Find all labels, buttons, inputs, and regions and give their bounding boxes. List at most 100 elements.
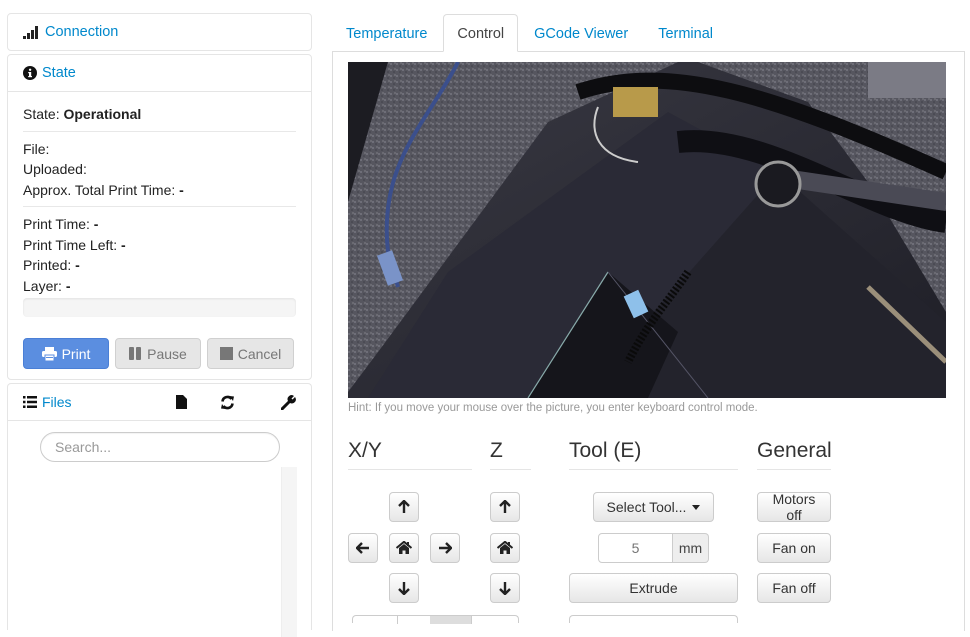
home-z-button[interactable]	[490, 533, 520, 563]
z-heading: Z	[490, 439, 503, 462]
tab-gcode-viewer[interactable]: GCode Viewer	[520, 14, 642, 52]
printer-icon	[41, 346, 57, 361]
webcam-stream[interactable]	[348, 62, 946, 398]
file-row: File:	[23, 139, 296, 160]
jog-distance-button-group[interactable]	[352, 615, 519, 624]
list-icon	[23, 396, 37, 408]
arrow-up-icon	[499, 500, 511, 513]
print-button-label: Print	[61, 345, 91, 362]
print-time-left-label: Print Time Left:	[23, 236, 118, 253]
print-time-left-value: -	[121, 236, 126, 253]
approx-time-value: -	[179, 181, 184, 198]
tab-control[interactable]: Control	[443, 14, 519, 52]
select-tool-dropdown[interactable]: Select Tool...	[593, 492, 714, 522]
printed-label: Printed:	[23, 257, 72, 273]
general-heading-underline	[757, 469, 831, 470]
file-label: File:	[23, 140, 50, 157]
extrude-amount-input[interactable]	[598, 533, 673, 563]
retract-button[interactable]	[569, 615, 738, 623]
cancel-button[interactable]: Cancel	[207, 338, 294, 369]
files-search-input[interactable]	[40, 432, 280, 462]
jog-x-plus-button[interactable]	[430, 533, 460, 563]
print-time-value: -	[93, 216, 99, 232]
printed-value: -	[75, 257, 80, 273]
extrude-amount-group: mm	[598, 533, 709, 563]
files-title[interactable]: Files	[42, 394, 72, 410]
approx-time-label: Approx. Total Print Time:	[23, 181, 176, 198]
print-progress-bar	[23, 298, 296, 317]
motors-off-button[interactable]: Motors off	[757, 491, 831, 523]
arrow-up-icon	[398, 500, 410, 513]
extrude-amount-unit: mm	[673, 533, 709, 563]
files-heading: Files	[8, 384, 311, 420]
fan-on-button[interactable]: Fan on	[757, 533, 831, 563]
print-time-row: Print Time: -	[23, 214, 296, 235]
jog-y-minus-button[interactable]	[389, 573, 419, 603]
pause-icon	[129, 347, 142, 360]
webcam-image	[348, 62, 946, 398]
files-scrollbar[interactable]	[281, 467, 297, 637]
control-tab-content: Hint: If you move your mouse over the pi…	[332, 51, 965, 631]
print-time-left-row: Print Time Left: -	[23, 235, 296, 256]
state-panel: State State: Operational File: Uploaded:…	[7, 54, 312, 380]
files-title-wrap[interactable]: Files	[23, 394, 158, 410]
upload-file-icon[interactable]	[158, 395, 204, 409]
files-panel: Files	[7, 383, 312, 637]
connection-heading[interactable]: Connection	[8, 14, 311, 50]
home-icon	[396, 541, 412, 554]
files-list	[8, 420, 311, 637]
pause-button-label: Pause	[147, 345, 187, 362]
jog-y-plus-button[interactable]	[389, 492, 419, 522]
print-time-label: Print Time:	[23, 216, 90, 232]
z-heading-underline	[490, 469, 531, 470]
wrench-icon[interactable]	[280, 394, 296, 410]
motors-off-label: Motors off	[772, 491, 816, 523]
general-heading: General	[757, 439, 832, 462]
tab-terminal[interactable]: Terminal	[644, 14, 727, 52]
arrow-left-icon	[356, 542, 369, 554]
home-icon	[497, 541, 513, 554]
arrow-right-icon	[439, 542, 452, 554]
state-heading[interactable]: State	[8, 55, 311, 91]
keyboard-control-hint: Hint: If you move your mouse over the pi…	[348, 402, 758, 414]
refresh-icon[interactable]	[204, 395, 250, 410]
divider	[23, 206, 296, 207]
fan-off-button[interactable]: Fan off	[757, 573, 831, 603]
extrude-button[interactable]: Extrude	[569, 573, 738, 603]
stop-icon	[219, 347, 233, 360]
state-row: State: Operational	[23, 104, 296, 125]
approx-time-row: Approx. Total Print Time: -	[23, 180, 296, 201]
arrow-down-icon	[499, 582, 511, 595]
uploaded-row: Uploaded:	[23, 159, 296, 180]
extrude-button-label: Extrude	[629, 580, 678, 596]
state-body: State: Operational File: Uploaded: Appro…	[8, 91, 311, 379]
sidebar: Connection State State: Operational File…	[7, 13, 312, 637]
home-xy-button[interactable]	[389, 533, 419, 563]
print-controls: Print Pause Cancel	[23, 338, 296, 369]
xy-heading: X/Y	[348, 439, 382, 462]
layer-label: Layer:	[23, 277, 62, 294]
main-tabs: Temperature Control GCode Viewer Termina…	[332, 14, 729, 52]
pause-button[interactable]: Pause	[115, 338, 201, 369]
fan-on-label: Fan on	[772, 540, 816, 556]
state-label: State:	[23, 106, 60, 122]
print-button[interactable]: Print	[23, 338, 109, 369]
uploaded-label: Uploaded:	[23, 161, 87, 177]
select-tool-label: Select Tool...	[606, 499, 687, 515]
printed-row: Printed: -	[23, 255, 296, 276]
jog-z-minus-button[interactable]	[490, 573, 520, 603]
layer-row: Layer: -	[23, 276, 296, 297]
arrow-down-icon	[398, 582, 410, 595]
connection-title[interactable]: Connection	[45, 24, 118, 40]
connection-panel: Connection	[7, 13, 312, 51]
fan-off-label: Fan off	[772, 580, 816, 596]
tab-temperature[interactable]: Temperature	[332, 14, 441, 52]
jog-x-minus-button[interactable]	[348, 533, 378, 563]
info-circle-icon	[23, 66, 37, 80]
divider	[23, 130, 296, 132]
tool-heading: Tool (E)	[569, 439, 642, 462]
layer-value: -	[65, 277, 71, 294]
state-title[interactable]: State	[42, 65, 76, 81]
caret-down-icon	[692, 504, 701, 510]
jog-z-plus-button[interactable]	[490, 492, 520, 522]
